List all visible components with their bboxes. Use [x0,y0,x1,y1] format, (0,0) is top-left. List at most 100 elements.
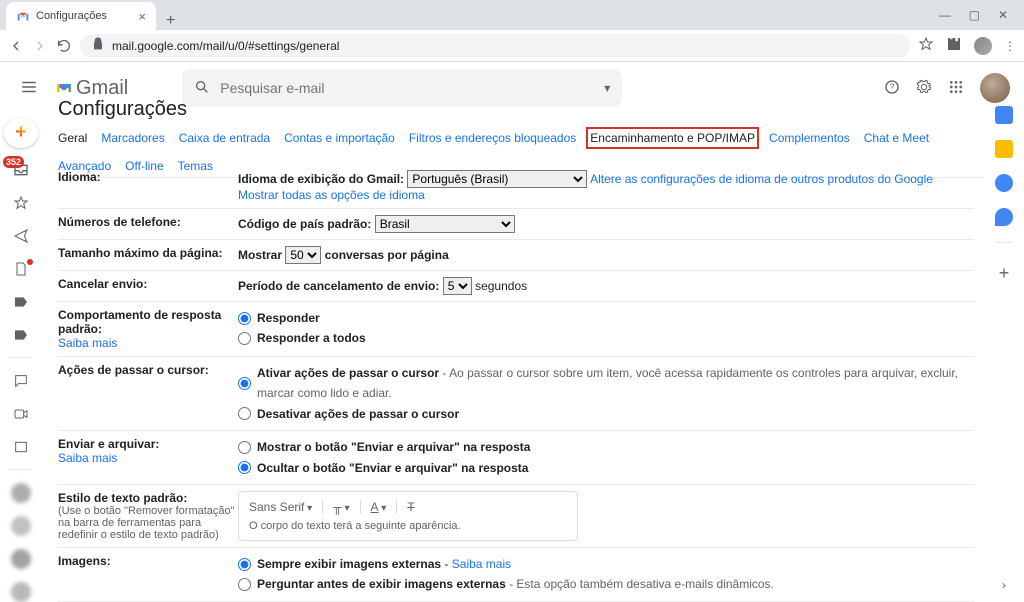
archive-hide-radio[interactable] [238,461,251,474]
browser-titlebar: Configurações × + — ▢ ✕ [0,0,1024,30]
tab-contas[interactable]: Contas e importação [284,131,395,145]
close-window-icon[interactable]: ✕ [998,8,1008,22]
images-always-radio[interactable] [238,558,251,571]
forward-icon[interactable] [32,38,48,54]
chat-icon[interactable] [9,370,33,391]
star-icon[interactable] [918,36,934,55]
page-title: Configurações [58,94,984,131]
meet-icon[interactable] [9,403,33,424]
remove-formatting-icon[interactable]: T [407,500,414,514]
text-style-preview: O corpo do texto terá a seguinte aparênc… [249,520,567,532]
browser-menu-icon[interactable]: ⋮ [1004,39,1016,53]
label-imagens: Imagens: [58,554,238,595]
reply-all-label: Responder a todos [257,328,366,348]
inbox-icon[interactable]: 352 [9,160,33,181]
label-arquivar: Enviar e arquivar: [58,437,159,451]
label-estilo: Estilo de texto padrão: [58,491,187,505]
page-size-select[interactable]: 50 [285,246,321,264]
row-resposta: Comportamento de resposta padrão: Saiba … [58,302,974,357]
settings-body[interactable]: Idioma: Idioma de exibição do Gmail: Por… [58,164,984,602]
plus-icon: + [15,121,27,144]
archive-hide-label: Ocultar o botão "Enviar e arquivar" na r… [257,458,528,478]
images-ask-radio[interactable] [238,578,251,591]
tab-caixa-entrada[interactable]: Caixa de entrada [179,131,270,145]
hover-on-label: Ativar ações de passar o cursor [257,366,439,380]
font-color-dropdown[interactable]: A [371,500,387,514]
tab-marcadores[interactable]: Marcadores [101,131,164,145]
gmail-favicon [16,9,30,23]
label1-icon[interactable] [9,291,33,312]
search-options-icon[interactable]: ▾ [604,81,610,95]
back-icon[interactable] [8,38,24,54]
hover-on-radio[interactable] [238,377,251,390]
new-tab-button[interactable]: + [156,12,185,30]
hangouts-contact-4[interactable] [9,581,33,602]
row-telefone: Números de telefone: Código de país padr… [58,209,974,240]
side-panel: + › [984,94,1024,602]
hangouts-contact-2[interactable] [9,515,33,536]
hover-off-label: Desativar ações de passar o cursor [257,404,459,424]
label-pagina: Tamanho máximo da página: [58,246,238,264]
tasks-icon[interactable] [995,174,1013,192]
row-estilo: Estilo de texto padrão: (Use o botão "Re… [58,485,974,548]
country-code-label: Código de país padrão: [238,217,371,231]
font-family-dropdown[interactable]: Sans Serif [249,500,312,514]
display-language-select[interactable]: Português (Brasil) [407,170,587,188]
settings-main: Configurações Geral Marcadores Caixa de … [42,94,984,602]
archive-show-radio[interactable] [238,441,251,454]
calendar-icon[interactable] [995,106,1013,124]
label-estilo-sub: (Use o botão "Remover formatação" na bar… [58,505,238,541]
reply-all-radio[interactable] [238,332,251,345]
drafts-icon[interactable] [9,259,33,280]
browser-tab[interactable]: Configurações × [6,2,156,30]
left-rail: + 352 [0,114,42,602]
archive-learn-more-link[interactable]: Saiba mais [58,451,238,465]
text-style-box: Sans Serif ╥ A T O corpo do texto terá a… [238,491,578,541]
tab-complementos[interactable]: Complementos [769,131,850,145]
address-bar[interactable]: mail.google.com/mail/u/0/#settings/gener… [80,34,910,58]
contacts-icon[interactable] [995,208,1013,226]
tab-geral[interactable]: Geral [58,131,87,145]
tab-filtros[interactable]: Filtros e endereços bloqueados [409,131,576,145]
reply-radio[interactable] [238,312,251,325]
main-menu-icon[interactable] [14,72,44,105]
display-language-label: Idioma de exibição do Gmail: [238,172,404,186]
change-language-link[interactable]: Altere as configurações de idioma de out… [590,172,933,186]
show-word: Mostrar [238,248,282,262]
inbox-badge: 352 [3,156,24,168]
label-telefone: Números de telefone: [58,215,238,233]
show-all-languages-link[interactable]: Mostrar todas as opções de idioma [238,188,974,202]
lock-icon [90,36,106,55]
starred-icon[interactable] [9,193,33,214]
profile-avatar-small[interactable] [974,37,992,55]
url-text: mail.google.com/mail/u/0/#settings/gener… [112,39,339,53]
maximize-icon[interactable]: ▢ [969,8,980,22]
addons-plus-icon[interactable]: + [999,263,1010,284]
tab-chat-meet[interactable]: Chat e Meet [864,131,929,145]
reply-label: Responder [257,308,320,328]
tab-encaminhamento[interactable]: Encaminhamento e POP/IMAP [590,131,755,145]
svg-text:?: ? [890,82,895,91]
reply-learn-more-link[interactable]: Saiba mais [58,336,238,350]
country-code-select[interactable]: Brasil [375,215,515,233]
hangouts-contact-3[interactable] [9,548,33,569]
label2-icon[interactable] [9,324,33,345]
close-tab-icon[interactable]: × [138,9,146,24]
rooms-icon[interactable] [9,436,33,457]
font-size-dropdown[interactable]: ╥ [333,500,349,514]
window-controls: — ▢ ✕ [929,8,1024,22]
hangouts-contact-1[interactable] [9,482,33,503]
reload-icon[interactable] [56,38,72,54]
compose-button[interactable]: + [4,118,38,148]
extensions-icon[interactable] [946,36,962,55]
row-pagina: Tamanho máximo da página: Mostrar 50 con… [58,240,974,271]
sent-icon[interactable] [9,226,33,247]
cancel-seconds-select[interactable]: 5 [443,277,472,295]
keep-icon[interactable] [995,140,1013,158]
collapse-panel-icon[interactable]: › [1002,578,1006,592]
hover-off-radio[interactable] [238,407,251,420]
archive-show-label: Mostrar o botão "Enviar e arquivar" na r… [257,437,530,457]
images-always-label: Sempre exibir imagens externas [257,557,441,571]
minimize-icon[interactable]: — [939,8,951,22]
images-learn-more-link[interactable]: Saiba mais [452,557,511,571]
